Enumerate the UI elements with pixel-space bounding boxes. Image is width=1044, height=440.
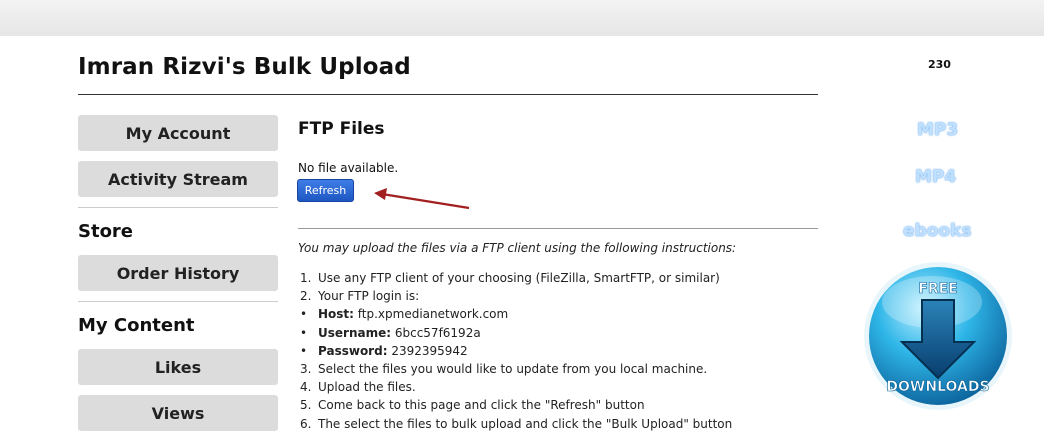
ftp-files-heading: FTP Files <box>298 119 385 139</box>
sidebar-divider <box>78 301 278 302</box>
list-item: 5. Come back to this page and click the "… <box>300 396 732 414</box>
list-item: • Host: ftp.xpmedianetwork.com <box>300 305 732 323</box>
list-item: • Username: 6bcc57f6192a <box>300 324 732 342</box>
list-item: • Password: 2392395942 <box>300 342 732 360</box>
step-text: The select the files to bulk upload and … <box>318 416 733 431</box>
username-label: Username: <box>318 325 392 340</box>
section-divider <box>298 228 818 229</box>
list-marker: 3. <box>300 362 312 377</box>
step-text: Your FTP login is: <box>318 289 420 304</box>
list-item: 4. Upload the files. <box>300 378 732 396</box>
instructions-intro: You may upload the files via a FTP clien… <box>298 241 737 255</box>
list-item: 1. Use any FTP client of your choosing (F… <box>300 269 732 287</box>
badge-bottom-text: DOWNLOADS <box>886 379 989 395</box>
password-value: 2392395942 <box>387 343 468 358</box>
list-item: 2. Your FTP login is: <box>300 287 732 305</box>
activity-stream-button[interactable]: Activity Stream <box>78 161 278 197</box>
step-text: Use any FTP client of your choosing (Fil… <box>318 271 720 285</box>
file-status-text: No file available. <box>298 161 399 175</box>
ebooks-link[interactable]: ebooks <box>903 221 971 241</box>
badge-top-text: FREE <box>918 281 957 297</box>
count-badge: 230 <box>928 58 951 71</box>
title-divider <box>78 94 818 95</box>
step-text: Come back to this page and click the "Re… <box>318 398 645 413</box>
step-text: Upload the files. <box>318 380 416 395</box>
store-heading: Store <box>78 221 134 242</box>
likes-button[interactable]: Likes <box>78 349 278 385</box>
mp4-link[interactable]: MP4 <box>915 167 956 187</box>
free-downloads-badge[interactable]: FREE DOWNLOADS <box>862 260 1014 412</box>
list-marker: 1. <box>300 271 312 285</box>
my-content-heading: My Content <box>78 315 195 336</box>
list-marker: 6. <box>300 416 312 431</box>
red-arrow-annotation <box>374 188 470 210</box>
step-text: Select the files you would like to updat… <box>318 362 708 377</box>
instructions-list: 1. Use any FTP client of your choosing (F… <box>300 269 732 433</box>
list-marker: 5. <box>300 398 312 413</box>
list-marker: • <box>300 307 308 322</box>
views-button[interactable]: Views <box>78 395 278 431</box>
list-marker: 2. <box>300 289 312 304</box>
mp3-link[interactable]: MP3 <box>917 120 958 140</box>
host-label: Host: <box>318 307 354 322</box>
list-marker: • <box>300 325 308 340</box>
refresh-button[interactable]: Refresh <box>297 179 354 202</box>
order-history-button[interactable]: Order History <box>78 255 278 291</box>
list-item: 6. The select the files to bulk upload an… <box>300 415 732 433</box>
host-value: ftp.xpmedianetwork.com <box>353 307 509 322</box>
username-value: 6bcc57f6192a <box>391 325 481 340</box>
list-marker: • <box>300 343 308 358</box>
top-bar <box>0 0 1044 36</box>
password-label: Password: <box>318 343 388 358</box>
list-item: 3. Select the files you would like to upd… <box>300 360 732 378</box>
list-marker: 4. <box>300 380 312 395</box>
my-account-button[interactable]: My Account <box>78 115 278 151</box>
page-title: Imran Rizvi's Bulk Upload <box>78 54 411 80</box>
sidebar-divider <box>78 207 278 208</box>
